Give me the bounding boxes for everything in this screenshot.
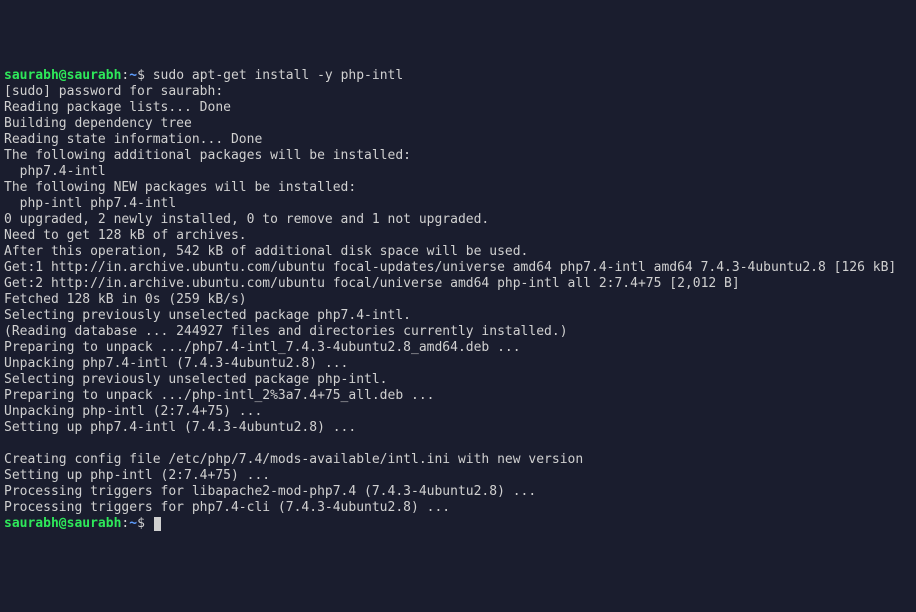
output-line: Unpacking php7.4-intl (7.4.3-4ubuntu2.8)…: [4, 356, 912, 372]
output-line: php7.4-intl: [4, 164, 912, 180]
prompt-at: @: [59, 516, 67, 531]
output-line: Processing triggers for php7.4-cli (7.4.…: [4, 500, 912, 516]
output-line: [sudo] password for saurabh:: [4, 84, 912, 100]
output-line: Reading package lists... Done: [4, 100, 912, 116]
typed-command: sudo apt-get install -y php-intl: [153, 68, 403, 83]
output-line: Preparing to unpack .../php7.4-intl_7.4.…: [4, 340, 912, 356]
prompt-dollar: $: [137, 516, 153, 531]
terminal-output[interactable]: saurabh@saurabh:~$ sudo apt-get install …: [4, 68, 912, 532]
prompt-line-cmd: saurabh@saurabh:~$ sudo apt-get install …: [4, 68, 912, 84]
output-line: Selecting previously unselected package …: [4, 308, 912, 324]
output-line: Setting up php7.4-intl (7.4.3-4ubuntu2.8…: [4, 420, 912, 436]
output-line: Reading state information... Done: [4, 132, 912, 148]
output-line: Processing triggers for libapache2-mod-p…: [4, 484, 912, 500]
output-line: Need to get 128 kB of archives.: [4, 228, 912, 244]
output-line: After this operation, 542 kB of addition…: [4, 244, 912, 260]
output-line: Fetched 128 kB in 0s (259 kB/s): [4, 292, 912, 308]
output-line: Creating config file /etc/php/7.4/mods-a…: [4, 452, 912, 468]
cursor: [154, 517, 161, 531]
output-line: Get:2 http://in.archive.ubuntu.com/ubunt…: [4, 276, 912, 292]
prompt-host: saurabh: [67, 516, 122, 531]
output-line: Preparing to unpack .../php-intl_2%3a7.4…: [4, 388, 912, 404]
prompt-user: saurabh: [4, 68, 59, 83]
output-line: Setting up php-intl (2:7.4+75) ...: [4, 468, 912, 484]
prompt-path: ~: [129, 516, 137, 531]
prompt-host: saurabh: [67, 68, 122, 83]
output-line: The following NEW packages will be insta…: [4, 180, 912, 196]
output-line: (Reading database ... 244927 files and d…: [4, 324, 912, 340]
output-line: Get:1 http://in.archive.ubuntu.com/ubunt…: [4, 260, 912, 276]
output-line: php-intl php7.4-intl: [4, 196, 912, 212]
output-line: [4, 436, 912, 452]
prompt-line: saurabh@saurabh:~$: [4, 516, 912, 532]
prompt-dollar: $: [137, 68, 153, 83]
prompt-user: saurabh: [4, 516, 59, 531]
prompt-sep: :: [121, 516, 129, 531]
prompt-at: @: [59, 68, 67, 83]
output-line: Building dependency tree: [4, 116, 912, 132]
output-line: The following additional packages will b…: [4, 148, 912, 164]
prompt-path: ~: [129, 68, 137, 83]
output-line: 0 upgraded, 2 newly installed, 0 to remo…: [4, 212, 912, 228]
output-line: Unpacking php-intl (2:7.4+75) ...: [4, 404, 912, 420]
output-line: Selecting previously unselected package …: [4, 372, 912, 388]
